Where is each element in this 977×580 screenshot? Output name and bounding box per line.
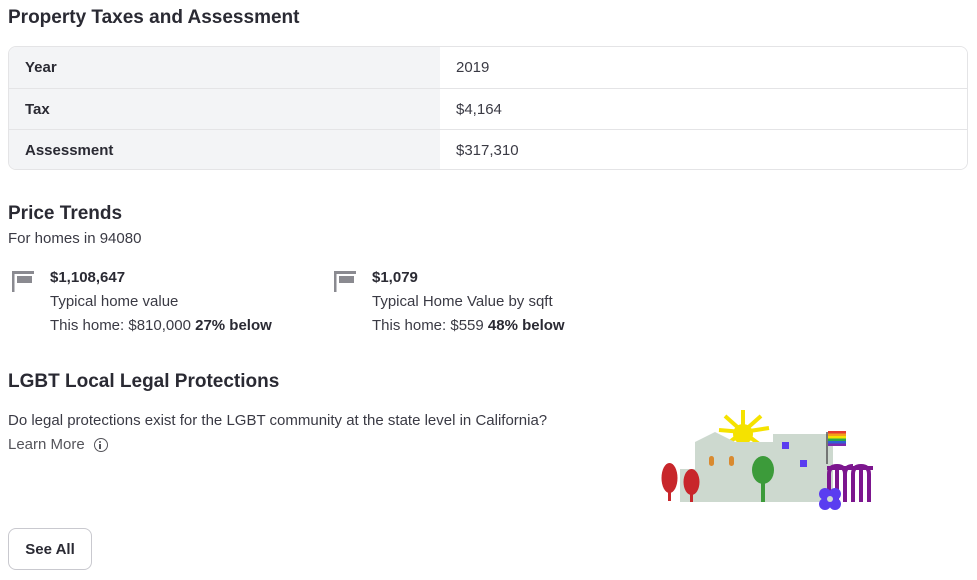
trend-value: $1,108,647: [50, 269, 126, 286]
price-trends-subtitle: For homes in 94080: [8, 230, 142, 247]
table-row: Assessment $317,310: [9, 129, 967, 169]
this-home-text: This home: $559: [372, 317, 484, 334]
learn-more-link[interactable]: Learn More: [8, 436, 108, 453]
trend-value-by-sqft: $1,079 Typical Home Value by sqft This h…: [332, 266, 565, 338]
flag-icon: [332, 268, 362, 298]
trend-label: Typical home value: [50, 293, 179, 310]
comparison-text: 48% below: [487, 317, 565, 334]
trend-this-home: This home: $559 48% below: [372, 314, 565, 338]
comparison-text: 27% below: [195, 317, 272, 334]
trend-this-home: This home: $810,000 27% below: [50, 314, 272, 338]
tax-row-value: $317,310: [440, 130, 967, 169]
tax-row-value: 2019: [440, 47, 967, 88]
trend-typical-home-value: $1,108,647 Typical home value This home:…: [10, 266, 272, 338]
learn-more-label: Learn More: [8, 436, 85, 453]
lgbt-question: Do legal protections exist for the LGBT …: [8, 412, 548, 429]
price-trends-title: Price Trends: [8, 203, 123, 224]
trend-label: Typical Home Value by sqft: [372, 293, 553, 310]
see-all-button[interactable]: See All: [8, 528, 92, 570]
tax-section-title: Property Taxes and Assessment: [8, 7, 300, 28]
tax-table: Year 2019 Tax $4,164 Assessment $317,310: [8, 46, 968, 170]
tax-row-value: $4,164: [440, 89, 967, 129]
tax-row-label: Tax: [9, 89, 440, 129]
trend-value: $1,079: [372, 269, 418, 286]
lgbt-title: LGBT Local Legal Protections: [8, 371, 280, 392]
this-home-text: This home: $810,000: [50, 317, 191, 334]
tax-row-label: Year: [9, 47, 440, 88]
flag-icon: [10, 268, 40, 298]
table-row: Tax $4,164: [9, 88, 967, 129]
lgbt-illustration: [655, 404, 880, 519]
tax-row-label: Assessment: [9, 130, 440, 169]
table-row: Year 2019: [9, 47, 967, 88]
info-icon: [93, 437, 108, 452]
